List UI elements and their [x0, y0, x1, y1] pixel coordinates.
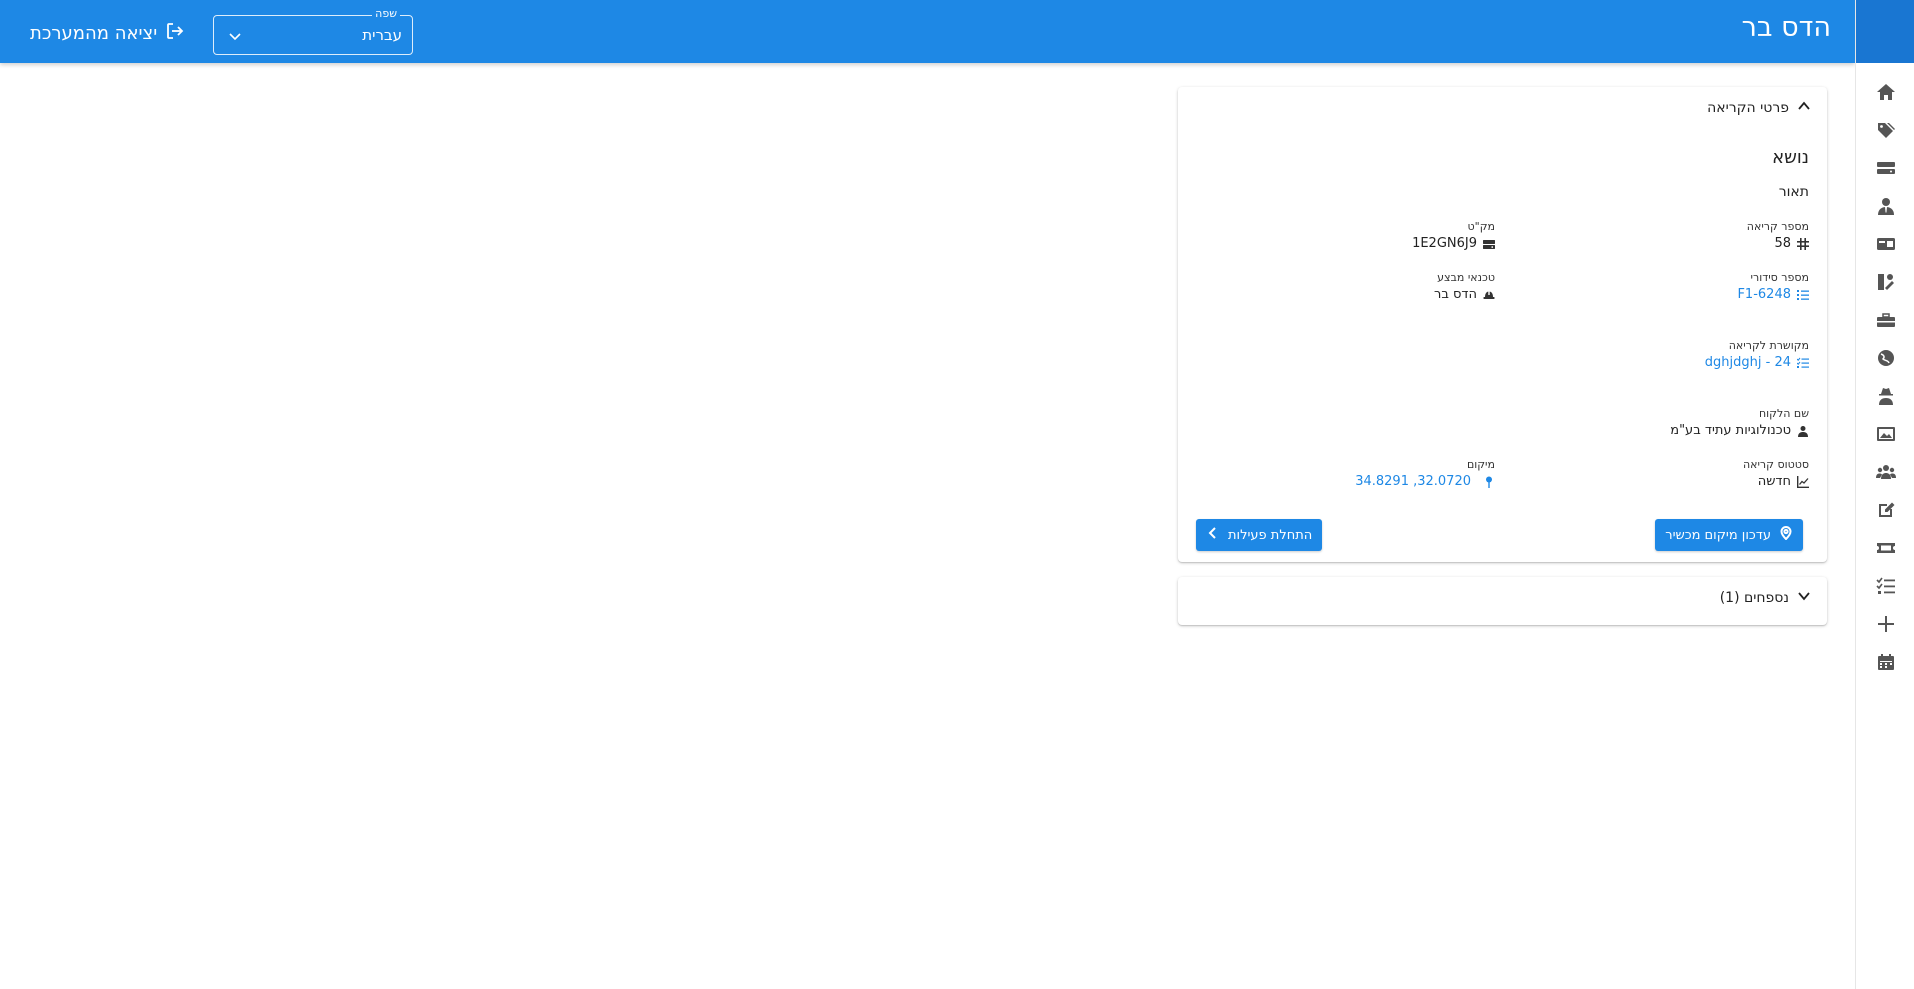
chevron-up-icon — [1797, 99, 1811, 117]
technician-label: טכנאי מבצע — [1437, 271, 1495, 284]
map-marker-icon — [1779, 526, 1793, 544]
users-icon[interactable] — [1876, 462, 1896, 482]
logout-button[interactable]: יציאה מהמערכת — [30, 20, 185, 46]
map-pin-icon — [1483, 476, 1495, 488]
technician-field: טכנאי מבצע הדס בר — [1434, 271, 1495, 302]
tools-icon[interactable] — [1876, 272, 1896, 292]
language-select-label: שפה — [372, 7, 400, 20]
user-name-title: הדס בר — [1741, 12, 1831, 43]
hdd-icon — [1483, 238, 1495, 250]
id-card-icon[interactable] — [1876, 234, 1896, 254]
related-call-label: מקושרת לקריאה — [1728, 339, 1809, 352]
attachments-panel-header[interactable]: נספחים (1) — [1720, 589, 1811, 607]
ticket-icon[interactable] — [1876, 538, 1896, 558]
attachments-panel: נספחים (1) — [1178, 577, 1827, 625]
call-number-label: מספר קריאה — [1746, 220, 1809, 233]
chevron-left-icon — [1206, 526, 1220, 544]
customer-name-label: שם הלקוח — [1758, 407, 1809, 420]
task-list-icon — [1796, 357, 1809, 369]
sku-field: מק"ט 1E2GN6J9 — [1412, 220, 1495, 251]
user-tie-icon[interactable] — [1876, 196, 1896, 216]
chevron-down-icon — [1797, 589, 1811, 607]
call-details-panel: פרטי הקריאה נושא תאור מספר קריאה 58 מספר… — [1178, 87, 1827, 562]
start-activity-button[interactable]: התחלת פעילות — [1196, 519, 1323, 551]
language-select-value: עברית — [362, 26, 402, 44]
related-call-link[interactable]: 24 - dghjdghj — [1705, 355, 1791, 370]
chevron-down-icon — [228, 28, 242, 42]
location-label: מיקום — [1466, 458, 1495, 471]
logout-icon — [165, 21, 185, 46]
logout-label: יציאה מהמערכת — [30, 22, 158, 44]
top-app-bar: הדס בר שפה עברית יציאה מהמערכת — [0, 0, 1855, 63]
customer-name-field: שם הלקוח טכנולוגיות עתיד בע"מ — [1670, 407, 1809, 438]
tags-icon[interactable] — [1876, 120, 1896, 140]
related-call-field: מקושרת לקריאה 24 - dghjdghj — [1705, 339, 1809, 370]
user-secret-icon[interactable] — [1876, 386, 1896, 406]
call-details-title: פרטי הקריאה — [1707, 100, 1789, 116]
sku-label: מק"ט — [1467, 220, 1495, 233]
serial-number-label: מספר סידורי — [1750, 271, 1809, 284]
home-icon[interactable] — [1876, 82, 1896, 102]
language-select[interactable]: שפה עברית — [213, 7, 413, 55]
location-link[interactable]: 32.0720, 34.8291 — [1355, 474, 1471, 489]
calendar-icon[interactable] — [1876, 652, 1896, 672]
edit-icon[interactable] — [1876, 500, 1896, 520]
user-tie-icon — [1797, 425, 1809, 437]
start-activity-label: התחלת פעילות — [1228, 527, 1313, 543]
call-subject: נושא — [1772, 147, 1809, 168]
customer-name-value: טכנולוגיות עתיד בע"מ — [1670, 423, 1791, 438]
location-field: מיקום 32.0720, 34.8291 — [1355, 458, 1495, 489]
list-ol-icon — [1797, 289, 1809, 301]
serial-number-link[interactable]: 6248-F1 — [1737, 287, 1791, 302]
plus-icon[interactable] — [1876, 614, 1896, 634]
serial-number-field: מספר סידורי 6248-F1 — [1737, 271, 1809, 302]
call-number-value: 58 — [1774, 236, 1791, 251]
update-device-location-label: עדכון מיקום מכשיר — [1665, 527, 1771, 543]
chart-line-icon — [1797, 475, 1809, 488]
hash-icon — [1797, 237, 1809, 250]
sidebar-rail-header — [1856, 0, 1914, 63]
image-gallery-icon[interactable] — [1876, 424, 1896, 444]
call-status-value: חדשה — [1757, 474, 1791, 489]
globe-icon[interactable] — [1876, 348, 1896, 368]
update-device-location-button[interactable]: עדכון מיקום מכשיר — [1655, 519, 1803, 551]
call-description: תאור — [1778, 184, 1809, 200]
call-status-field: סטטוס קריאה חדשה — [1743, 458, 1809, 489]
server-icon[interactable] — [1876, 158, 1896, 178]
call-details-panel-header[interactable]: פרטי הקריאה — [1707, 99, 1811, 117]
sku-value: 1E2GN6J9 — [1412, 236, 1477, 251]
call-status-label: סטטוס קריאה — [1742, 458, 1809, 471]
call-number-field: מספר קריאה 58 — [1747, 220, 1809, 251]
toolbox-icon[interactable] — [1876, 310, 1896, 330]
technician-value: הדס בר — [1433, 287, 1477, 302]
hard-hat-icon — [1483, 289, 1495, 301]
sidebar-nav-rail — [1855, 0, 1914, 989]
task-list-icon[interactable] — [1876, 576, 1896, 596]
attachments-title: נספחים (1) — [1719, 590, 1789, 606]
